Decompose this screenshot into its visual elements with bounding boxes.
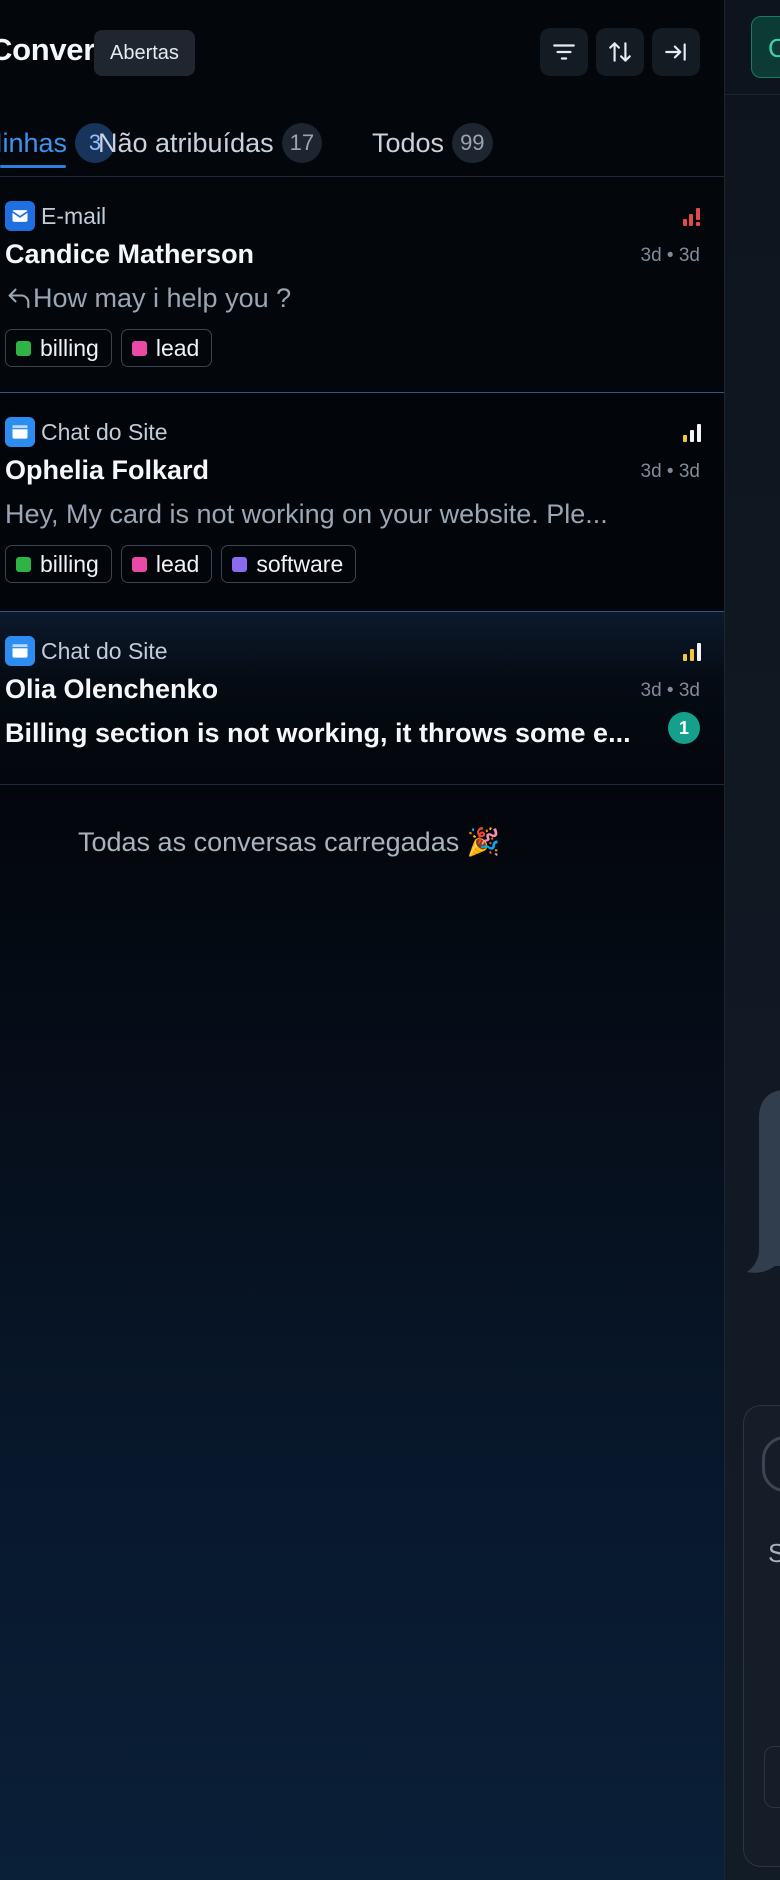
last-message: How may i help you ? (5, 283, 685, 314)
chat-bubble-illustration-icon (747, 1090, 780, 1273)
inbox-name: Chat do Site (41, 418, 168, 445)
website-icon (5, 636, 35, 666)
email-icon (5, 201, 35, 231)
label-color-dot (131, 340, 147, 356)
label-color-dot (16, 556, 31, 572)
label-text: lead (155, 334, 200, 361)
label-text: billing (40, 334, 99, 361)
label-chip: lead (120, 545, 213, 583)
active-tab-indicator (0, 165, 66, 168)
label-list: billing lead (5, 329, 213, 367)
reply-icon (8, 288, 30, 308)
card-text: S (768, 1538, 780, 1568)
label-chip: billing (5, 545, 112, 583)
inbox-info: Chat do Site (5, 417, 168, 447)
inbox-info: E-mail (5, 201, 106, 231)
last-message: Hey, My card is not working on your webs… (5, 499, 608, 529)
label-text: billing (40, 550, 99, 577)
avatar-icon (762, 1436, 780, 1492)
tab-label: Minhas (0, 127, 68, 158)
conversation-item[interactable]: E-mail Candice Matherson 3d • 3d How may… (0, 177, 724, 393)
label-list: billing lead software (5, 545, 357, 583)
sort-icon (609, 42, 631, 62)
tab-label: Não atribuídas (98, 127, 274, 158)
divider (725, 94, 780, 95)
list-header: Conversas Abertas (0, 0, 724, 100)
contact-name: Ophelia Folkard (5, 455, 210, 485)
contact-name: Olia Olenchenko (5, 674, 219, 704)
priority-medium-icon (683, 643, 701, 661)
header-action-button[interactable]: C (751, 16, 780, 78)
last-message: Billing section is not working, it throw… (5, 718, 631, 748)
priority-urgent-icon (683, 208, 700, 226)
status-filter-dropdown[interactable]: Abertas (94, 30, 195, 76)
tab-label: Todos (372, 127, 445, 158)
conversation-item[interactable]: Chat do Site Olia Olenchenko 3d • 3d Bil… (0, 612, 724, 785)
inbox-name: Chat do Site (41, 637, 168, 664)
tab-all[interactable]: Todos 99 (372, 120, 493, 166)
all-loaded-message: Todas as conversas carregadas 🎉 (78, 827, 501, 857)
filter-button[interactable] (540, 28, 588, 76)
message-text: How may i help you ? (33, 283, 292, 313)
inbox-info: Chat do Site (5, 636, 168, 666)
filter-icon (553, 44, 575, 60)
label-chip: billing (5, 329, 112, 367)
tab-count: 99 (452, 123, 493, 163)
priority-low-icon (683, 424, 701, 442)
unread-count-badge: 1 (668, 712, 700, 744)
contact-name: Candice Matherson (5, 239, 255, 269)
website-icon (5, 417, 35, 447)
timestamp: 3d • 3d (640, 680, 700, 701)
sort-button[interactable] (596, 28, 644, 76)
timestamp: 3d • 3d (640, 245, 700, 266)
label-text: software (256, 550, 344, 577)
card-button[interactable] (764, 1746, 780, 1808)
label-color-dot (232, 556, 248, 572)
label-color-dot (131, 556, 147, 572)
conversation-tabs: Minhas 3 Não atribuídas 17 Todos 99 (0, 112, 724, 177)
label-chip: software (221, 545, 357, 583)
empty-state-card: S (743, 1405, 780, 1867)
timestamp: 3d • 3d (640, 461, 700, 482)
conversation-list-panel: Conversas Abertas Minhas 3 Não atribuída… (0, 0, 725, 1880)
tab-unassigned[interactable]: Não atribuídas 17 (98, 120, 323, 166)
conversation-item[interactable]: Chat do Site Ophelia Folkard 3d • 3d Hey… (0, 393, 724, 612)
collapse-panel-icon (665, 43, 686, 61)
tab-count: 17 (281, 123, 323, 163)
collapse-panel-button[interactable] (652, 28, 700, 76)
conversation-detail-panel: C S (725, 0, 780, 1880)
label-color-dot (16, 340, 31, 356)
label-chip: lead (120, 329, 213, 367)
inbox-name: E-mail (41, 202, 107, 229)
label-text: lead (155, 550, 200, 577)
